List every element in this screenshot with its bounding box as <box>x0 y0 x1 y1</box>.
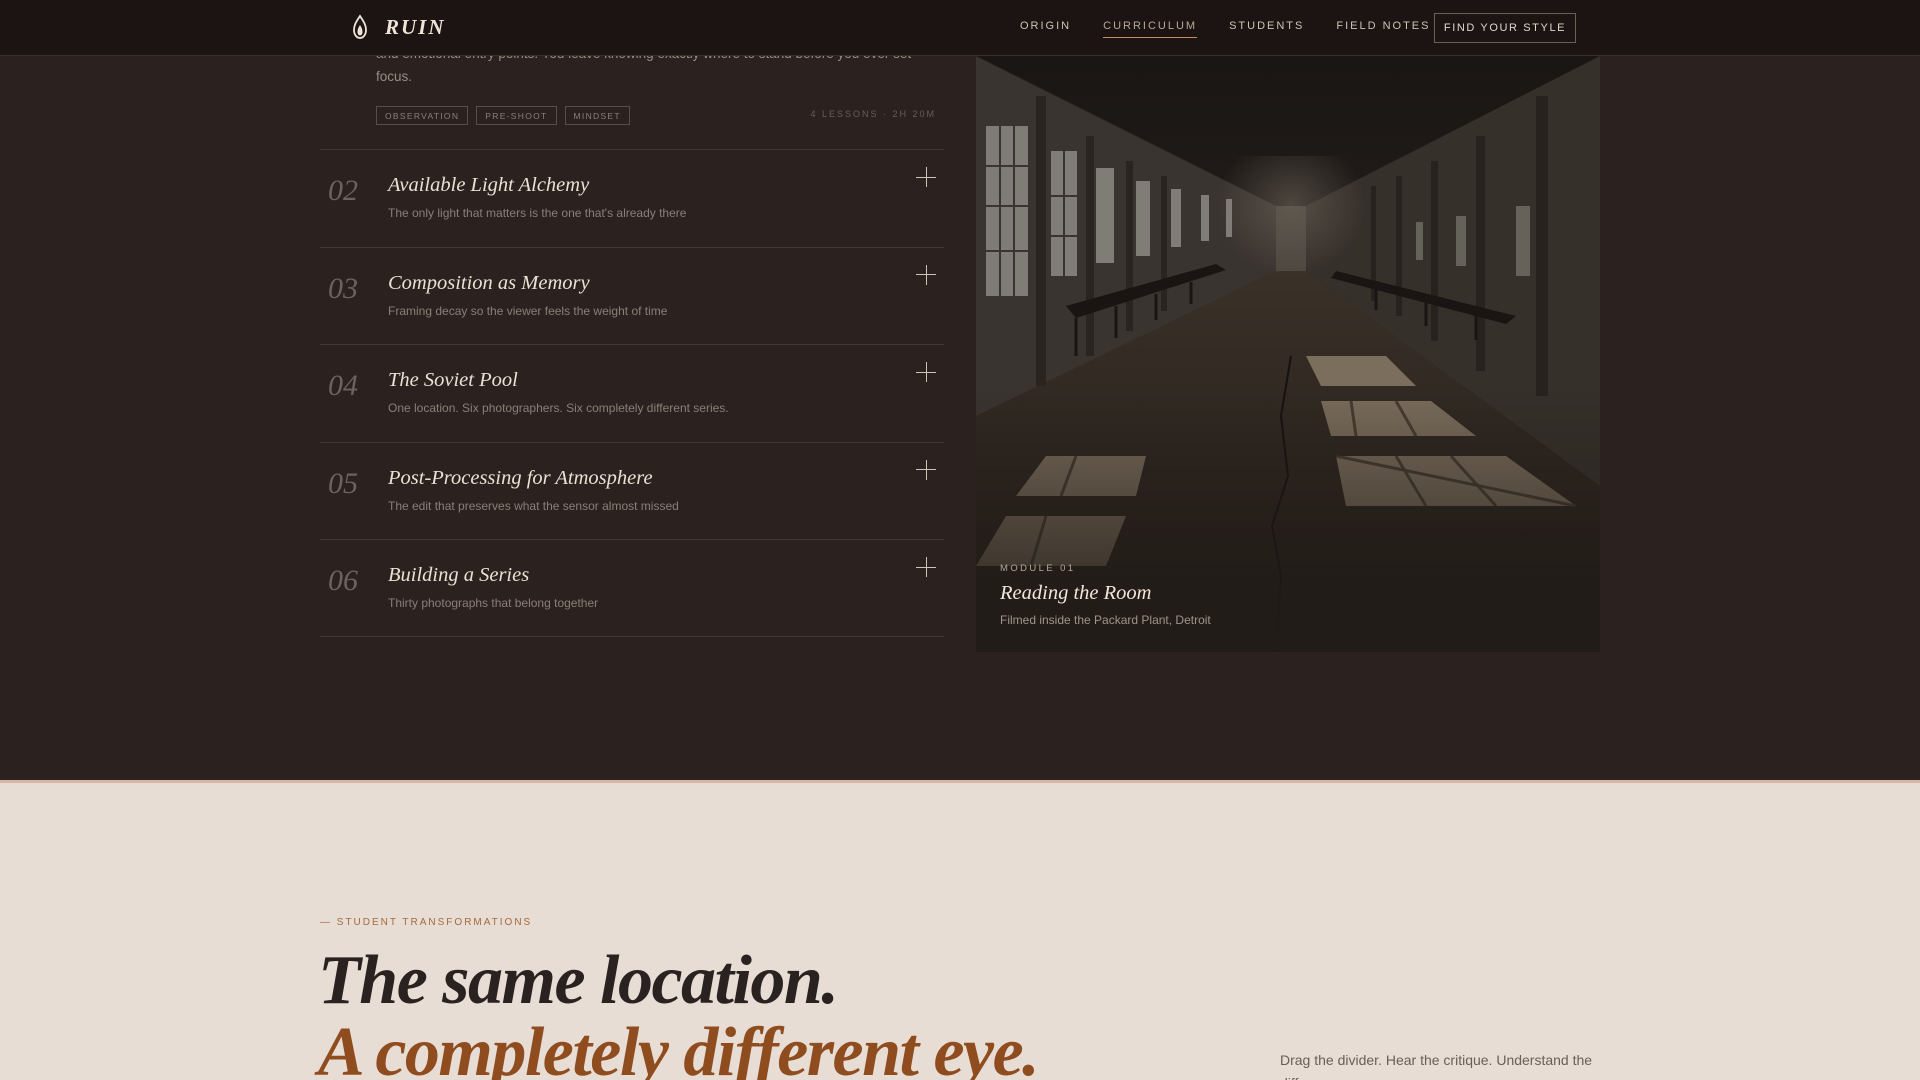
module-item-04[interactable]: 04 The Soviet Pool One location. Six pho… <box>320 344 944 442</box>
module-number: 04 <box>328 369 358 402</box>
headline-line-2: A completely different eye. <box>318 1014 1040 1080</box>
module-list: 02 Available Light Alchemy The only ligh… <box>320 149 944 637</box>
headline-line-1: The same location. <box>318 942 839 1019</box>
brand[interactable]: RUIN <box>349 14 446 40</box>
nav-link-origin[interactable]: ORIGIN <box>1020 20 1071 38</box>
plus-icon[interactable] <box>916 362 936 382</box>
module-number: 06 <box>328 564 358 597</box>
module-item-05[interactable]: 05 Post-Processing for Atmosphere The ed… <box>320 441 944 540</box>
nav-link-students[interactable]: STUDENTS <box>1229 20 1304 38</box>
feature-caption: MODULE 01 Reading the Room Filmed inside… <box>1000 563 1211 627</box>
module-title: Available Light Alchemy <box>388 174 590 196</box>
module-title: The Soviet Pool <box>388 369 518 391</box>
plus-icon[interactable] <box>916 459 936 480</box>
nav-link-field-notes[interactable]: FIELD NOTES <box>1336 20 1430 38</box>
section-side-note: Drag the divider. Hear the critique. Und… <box>1280 1052 1593 1080</box>
module-title: Post-Processing for Atmosphere <box>388 466 653 489</box>
feature-title: Reading the Room <box>1000 582 1152 604</box>
student-transformations-section: — STUDENT TRANSFORMATIONS The same locat… <box>0 780 1920 1080</box>
module-number: 03 <box>328 271 358 305</box>
module-item-03[interactable]: 03 Composition as Memory Framing decay s… <box>320 246 944 345</box>
module-subtitle: The only light that matters is the one t… <box>388 206 687 220</box>
module-01-tags: OBSERVATION PRE-SHOOT MINDSET <box>376 106 630 125</box>
nav-link-curriculum[interactable]: CURRICULUM <box>1103 20 1198 38</box>
module-01-meta: 4 LESSONS · 2H 20M <box>810 109 936 119</box>
feature-kicker: MODULE 01 <box>1000 563 1076 574</box>
module-number: 02 <box>328 174 358 207</box>
module-item-02[interactable]: 02 Available Light Alchemy The only ligh… <box>320 149 944 247</box>
flame-lantern-icon <box>353 14 367 39</box>
nav-links: ORIGIN CURRICULUM STUDENTS FIELD NOTES <box>1020 20 1430 38</box>
module-subtitle: One location. Six photographers. Six com… <box>388 401 729 415</box>
module-subtitle: Framing decay so the viewer feels the we… <box>388 303 668 318</box>
feature-subtitle: Filmed inside the Packard Plant, Detroit <box>1000 613 1211 627</box>
plus-icon[interactable] <box>916 557 936 577</box>
tag-mindset: MINDSET <box>564 106 630 125</box>
plus-icon[interactable] <box>916 264 936 285</box>
module-title: Building a Series <box>388 564 530 586</box>
module-title: Composition as Memory <box>388 271 590 294</box>
brand-name: RUIN <box>385 14 446 39</box>
top-navigation: RUIN ORIGIN CURRICULUM STUDENTS FIELD NO… <box>0 0 1920 56</box>
section-headline: The same location. A completely differen… <box>318 942 1040 1080</box>
tag-observation: OBSERVATION <box>376 106 469 125</box>
module-subtitle: The edit that preserves what the sensor … <box>388 498 679 513</box>
feature-photo-card[interactable]: MODULE 01 Reading the Room Filmed inside… <box>976 56 1600 652</box>
section-kicker: — STUDENT TRANSFORMATIONS <box>320 917 533 928</box>
tag-pre-shoot: PRE-SHOOT <box>476 106 557 125</box>
module-number: 05 <box>328 466 358 500</box>
plus-icon[interactable] <box>916 167 936 187</box>
module-subtitle: Thirty photographs that belong together <box>388 596 599 610</box>
find-your-style-button[interactable]: FIND YOUR STYLE <box>1434 13 1576 43</box>
module-item-06[interactable]: 06 Building a Series Thirty photographs … <box>320 539 944 637</box>
